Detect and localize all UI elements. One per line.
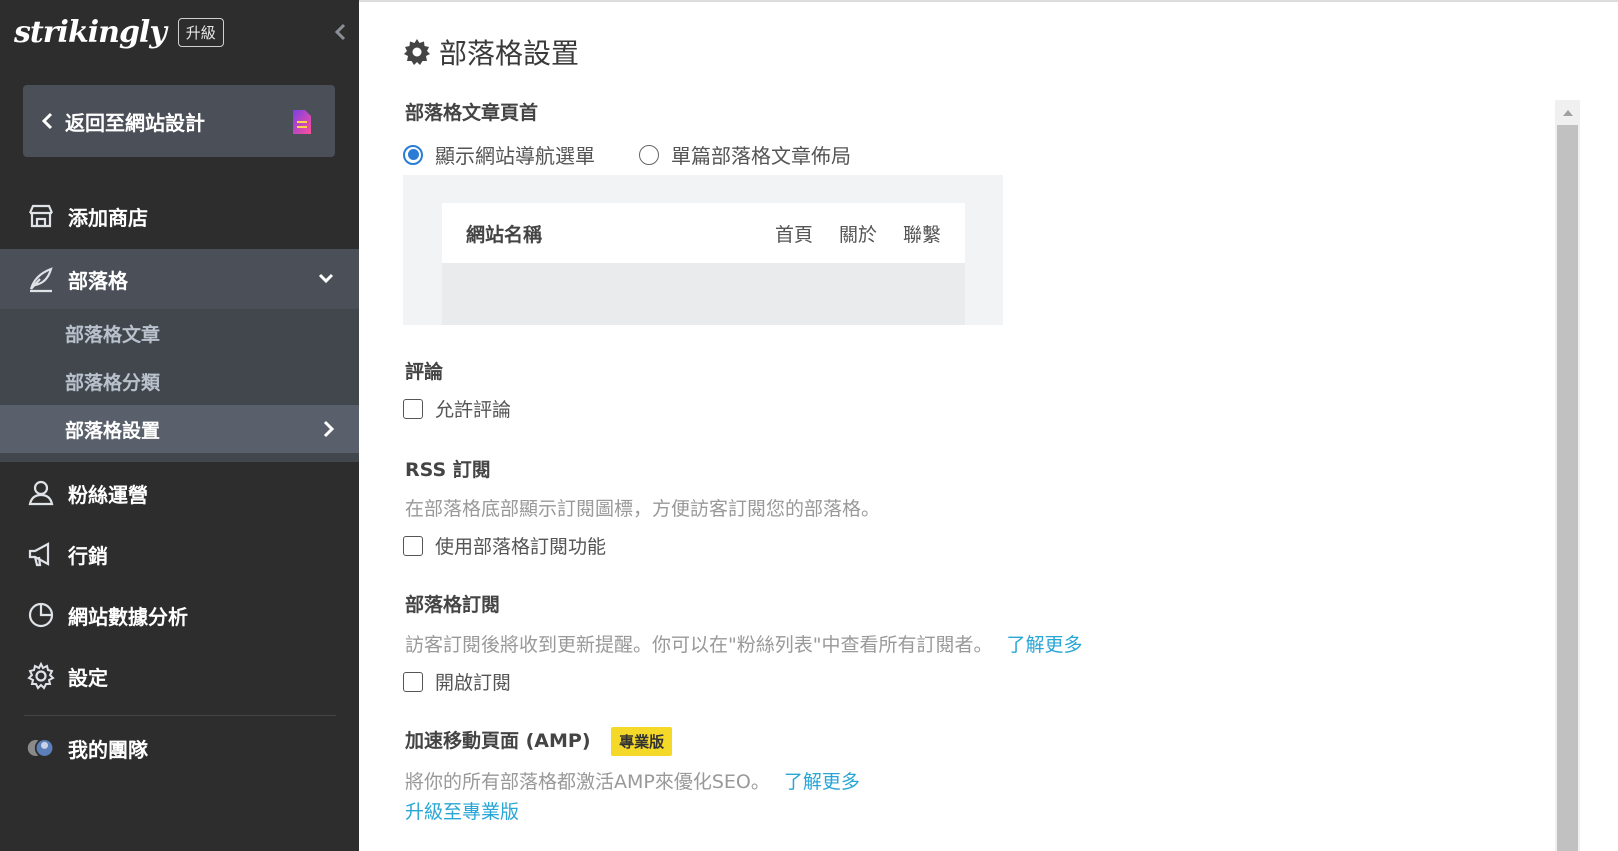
logo-row: strikingly 升級 (14, 12, 224, 52)
amp-description: 將你的所有部落格都激活AMP來優化SEO。 了解更多 (405, 767, 860, 794)
page-doc-icon (293, 110, 311, 134)
sidebar-item-label: 設定 (68, 665, 108, 690)
sidebar-subitem-blog-posts[interactable]: 部落格文章 (0, 309, 359, 357)
scrollbar[interactable] (1555, 100, 1580, 851)
sidebar-item-label: 添加商店 (68, 205, 148, 230)
megaphone-icon (26, 539, 56, 569)
sidebar-item-team[interactable]: 我的團隊 (0, 718, 359, 778)
sidebar-divider (24, 715, 336, 716)
rss-checkbox[interactable] (403, 535, 423, 556)
sidebar-subitem-label: 部落格設置 (65, 419, 161, 442)
blog-submenu: 部落格文章 部落格分類 部落格設置 (0, 309, 359, 462)
subscribe-description-text: 訪客訂閱後將收到更新提醒。你可以在"粉絲列表"中查看所有訂閱者。 (405, 634, 993, 656)
pie-chart-icon (26, 600, 56, 630)
allow-comments-option[interactable]: 允許評論 (403, 395, 511, 422)
chevron-down-icon (318, 273, 334, 284)
sidebar-item-marketing[interactable]: 行銷 (0, 524, 359, 584)
page-title-text: 部落格設置 (439, 37, 580, 70)
section-title-amp: 加速移動頁面 (AMP) 專業版 (405, 726, 673, 756)
sidebar-item-label: 粉絲運營 (68, 482, 148, 507)
subscribe-option[interactable]: 開啟訂閱 (403, 668, 511, 695)
preview-body (442, 263, 965, 325)
gear-icon (404, 39, 430, 65)
back-button-label: 返回至網站設計 (65, 110, 205, 135)
sidebar-item-store[interactable]: 添加商店 (0, 186, 359, 246)
pro-badge: 專業版 (611, 727, 673, 756)
sidebar: strikingly 升級 返回至網站設計 添加商店 部落格 部落格文章 部落格… (0, 0, 359, 851)
gear-icon (26, 661, 56, 691)
team-avatar (26, 733, 56, 763)
sidebar-item-label: 網站數據分析 (68, 604, 188, 629)
sidebar-item-label: 行銷 (68, 543, 108, 568)
amp-title-text: 加速移動頁面 (AMP) (405, 730, 591, 752)
section-title-rss: RSS 訂閱 (405, 459, 491, 481)
sidebar-item-label: 部落格 (68, 268, 128, 293)
users-icon (26, 478, 56, 508)
allow-comments-label: 允許評論 (435, 399, 512, 421)
rss-checkbox-label: 使用部落格訂閱功能 (435, 536, 607, 558)
page-title: 部落格設置 (403, 32, 579, 72)
section-title-subscribe: 部落格訂閱 (405, 594, 501, 616)
subscribe-checkbox[interactable] (403, 671, 423, 692)
store-icon (26, 201, 56, 231)
upgrade-to-pro-link[interactable]: 升級至專業版 (405, 797, 519, 824)
sidebar-item-label: 我的團隊 (68, 737, 148, 762)
radio-show-nav-label[interactable]: 顯示網站導航選單 (435, 140, 595, 169)
preview-link-home: 首頁 (774, 223, 813, 246)
amp-description-text: 將你的所有部落格都激活AMP來優化SEO。 (405, 771, 770, 793)
quill-icon (26, 264, 56, 294)
subscribe-description: 訪客訂閱後將收到更新提醒。你可以在"粉絲列表"中查看所有訂閱者。 了解更多 (405, 630, 1083, 657)
sidebar-item-fans[interactable]: 粉絲運營 (0, 463, 359, 523)
radio-single-layout-label[interactable]: 單篇部落格文章佈局 (671, 140, 851, 169)
upgrade-badge[interactable]: 升級 (177, 17, 224, 47)
chevron-left-icon (41, 112, 53, 130)
subscribe-learn-more-link[interactable]: 了解更多 (1007, 634, 1083, 656)
radio-show-nav[interactable] (403, 144, 423, 165)
preview-site-name: 網站名稱 (466, 223, 543, 246)
header-options: 顯示網站導航選單 單篇部落格文章佈局 (403, 140, 851, 169)
main-panel: 部落格設置 部落格文章頁首 顯示網站導航選單 單篇部落格文章佈局 網站名稱 首頁… (359, 0, 1618, 851)
section-title-header: 部落格文章頁首 (405, 102, 539, 124)
section-title-comments: 評論 (405, 361, 444, 383)
sidebar-item-blog[interactable]: 部落格 (0, 249, 359, 309)
scroll-up-arrow-icon[interactable] (1555, 100, 1580, 125)
header-preview: 網站名稱 首頁 關於 聯繫 (403, 175, 1003, 325)
subscribe-checkbox-label: 開啟訂閱 (435, 672, 512, 694)
preview-link-about: 關於 (838, 223, 877, 246)
rss-description: 在部落格底部顯示訂閱圖標，方便訪客訂閱您的部落格。 (405, 498, 881, 520)
preview-link-contact: 聯繫 (902, 223, 941, 246)
allow-comments-checkbox[interactable] (403, 398, 423, 419)
scrollbar-thumb[interactable] (1557, 125, 1578, 851)
rss-option[interactable]: 使用部落格訂閱功能 (403, 532, 606, 559)
back-to-site-design-button[interactable]: 返回至網站設計 (23, 85, 335, 157)
collapse-sidebar-icon[interactable] (332, 22, 350, 42)
sidebar-item-settings[interactable]: 設定 (0, 646, 359, 706)
sidebar-subitem-blog-settings[interactable]: 部落格設置 (0, 405, 359, 453)
logo[interactable]: strikingly (14, 15, 167, 50)
radio-single-layout[interactable] (639, 144, 659, 165)
chevron-right-icon (323, 420, 335, 438)
sidebar-item-analytics[interactable]: 網站數據分析 (0, 585, 359, 645)
sidebar-subitem-blog-categories[interactable]: 部落格分類 (0, 357, 359, 405)
amp-learn-more-link[interactable]: 了解更多 (784, 771, 860, 793)
preview-nav-bar: 網站名稱 首頁 關於 聯繫 (442, 203, 965, 263)
